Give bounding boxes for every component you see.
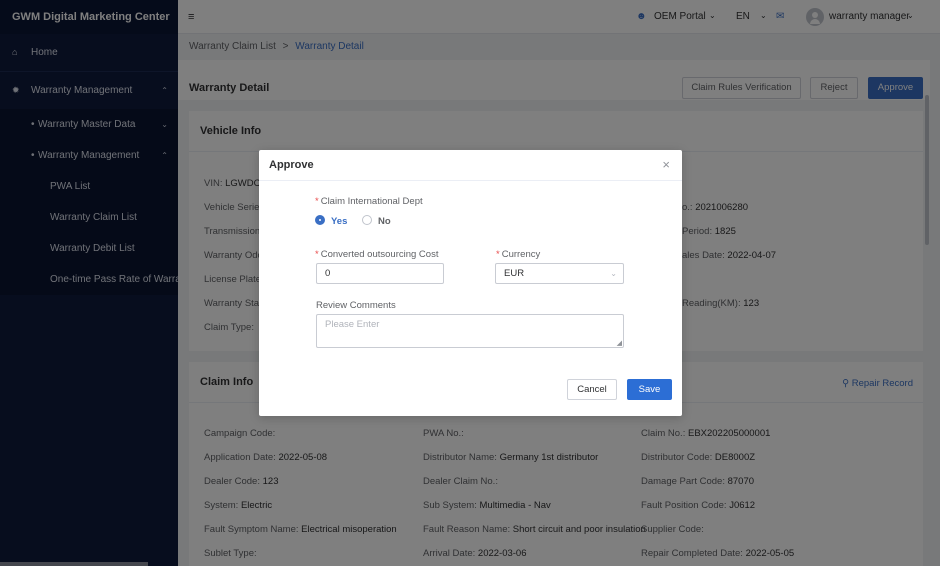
currency-select[interactable]: EUR ⌄ xyxy=(495,263,624,284)
dialog-title: Approve xyxy=(269,159,314,171)
dept-no-radio[interactable]: No xyxy=(362,215,391,227)
save-button[interactable]: Save xyxy=(627,379,672,400)
currency-label: * Currency xyxy=(496,249,541,260)
close-icon[interactable]: × xyxy=(662,157,670,172)
comments-label: Review Comments xyxy=(316,300,396,311)
comments-textarea[interactable]: Please Enter ◢ xyxy=(316,314,624,348)
dept-yes-radio[interactable]: Yes xyxy=(315,215,347,227)
dept-label: * Claim International Dept xyxy=(315,196,423,207)
radio-checked-icon xyxy=(315,215,325,225)
approve-dialog: Approve × * Claim International Dept Yes … xyxy=(259,150,682,416)
divider xyxy=(259,180,682,181)
resize-handle-icon[interactable]: ◢ xyxy=(617,339,622,347)
cancel-button[interactable]: Cancel xyxy=(567,379,617,400)
cost-label: * Converted outsourcing Cost xyxy=(315,249,439,260)
radio-unchecked-icon xyxy=(362,215,372,225)
chevron-down-icon: ⌄ xyxy=(610,269,617,278)
cost-input[interactable]: 0 xyxy=(316,263,444,284)
